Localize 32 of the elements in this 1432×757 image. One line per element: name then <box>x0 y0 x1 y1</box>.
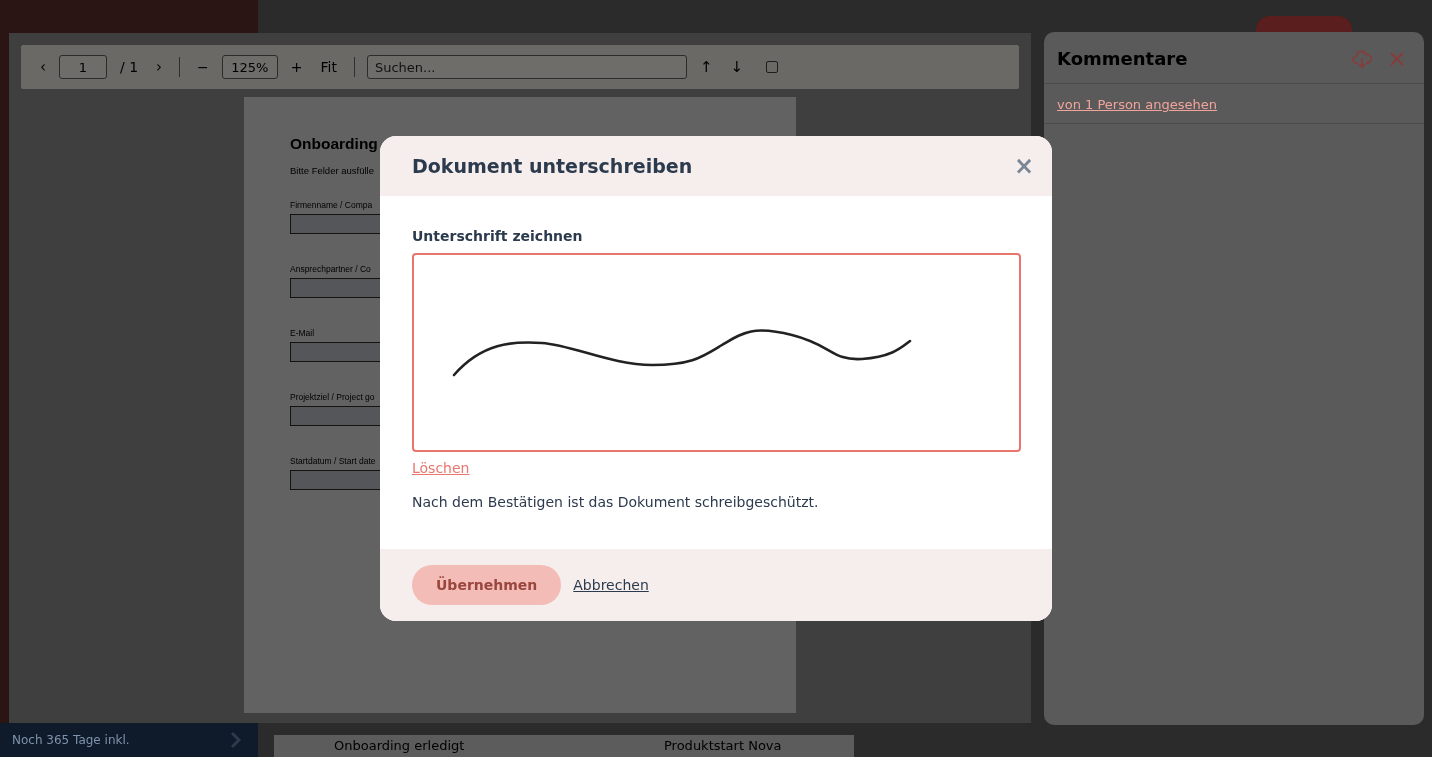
search-field[interactable]: Suchen... <box>366 55 687 79</box>
zoom-out-button[interactable]: − <box>192 59 214 75</box>
fit-button[interactable]: Fit <box>315 59 342 75</box>
dialog-title: Dokument unterschreiben <box>412 155 693 177</box>
signature-label: Unterschrift zeichnen <box>412 228 584 244</box>
search-down-button[interactable]: ↓ <box>725 58 749 76</box>
seen-by-link[interactable]: von 1 Person angesehen <box>1057 97 1217 112</box>
promo-banner[interactable]: Noch 365 Tage inkl. <box>0 723 258 757</box>
form-label: Startdatum / Start date <box>290 456 376 466</box>
promo-text: Noch 365 Tage inkl. <box>12 733 130 747</box>
checkbox-icon[interactable] <box>766 61 779 73</box>
next-page-button[interactable]: › <box>151 58 168 76</box>
form-label: Firmenname / Compa <box>290 200 373 210</box>
document-intro: Bitte Felder ausfülle <box>290 165 374 176</box>
dialog-note: Nach dem Bestätigen ist das Dokument schreibgeschützt. <box>412 494 820 510</box>
zoom-input[interactable]: 125% <box>221 55 278 79</box>
task-title: Onboarding erledigt <box>334 738 464 753</box>
page-input[interactable]: 1 <box>59 55 107 79</box>
chevron-right-icon <box>230 731 242 749</box>
cancel-link[interactable]: Abbrechen <box>573 577 649 593</box>
comments-title: Kommentare <box>1057 48 1189 69</box>
task-title: Produktstart Nova <box>664 738 783 753</box>
form-label: Ansprechpartner / Co <box>290 264 371 274</box>
form-label: Projektziel / Project go <box>290 392 375 402</box>
search-up-button[interactable]: ↑ <box>694 58 718 76</box>
close-button[interactable]: × <box>1011 152 1036 180</box>
zoom-in-button[interactable]: + <box>285 59 308 75</box>
document-title: Onboarding <box>290 135 378 153</box>
page-total: / 1 <box>119 59 140 75</box>
clear-link[interactable]: Löschen <box>412 460 470 476</box>
form-label: E-Mail <box>290 328 315 338</box>
previous-page-button[interactable]: ‹ <box>35 58 51 76</box>
